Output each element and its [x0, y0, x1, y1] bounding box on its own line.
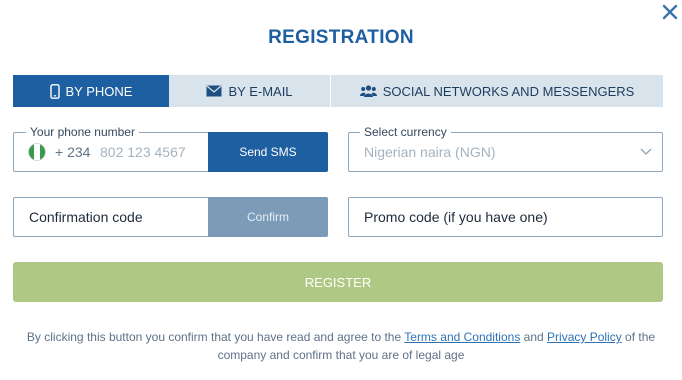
- country-code: + 234: [55, 144, 91, 160]
- privacy-policy-link[interactable]: Privacy Policy: [547, 330, 622, 344]
- terms-and-conditions-link[interactable]: Terms and Conditions: [404, 330, 520, 344]
- chevron-down-icon: [640, 148, 652, 156]
- send-sms-button[interactable]: Send SMS: [208, 132, 328, 172]
- currency-value: Nigerian naira (NGN): [364, 144, 496, 160]
- phone-legend: Your phone number: [26, 125, 139, 139]
- register-button[interactable]: REGISTER: [13, 262, 663, 302]
- tab-by-phone[interactable]: BY PHONE: [13, 75, 169, 107]
- terms-text: and: [520, 330, 548, 344]
- users-icon: [359, 85, 377, 97]
- close-icon[interactable]: [661, 3, 679, 21]
- phone-input[interactable]: 802 123 4567: [100, 144, 186, 160]
- currency-select[interactable]: Select currency Nigerian naira (NGN): [348, 125, 663, 172]
- nigeria-flag-icon[interactable]: [28, 143, 46, 161]
- tab-label: SOCIAL NETWORKS AND MESSENGERS: [382, 83, 635, 99]
- confirmation-code-input[interactable]: Confirmation code: [29, 209, 143, 225]
- confirmation-code-field[interactable]: Confirmation code: [13, 197, 209, 237]
- confirm-button[interactable]: Confirm: [208, 197, 328, 237]
- promo-code-field[interactable]: Promo code (if you have one): [348, 197, 663, 237]
- tab-by-email[interactable]: BY E-MAIL: [169, 75, 331, 107]
- tab-label: BY PHONE: [65, 83, 133, 99]
- terms-notice: By clicking this button you confirm that…: [20, 328, 662, 364]
- promo-code-input[interactable]: Promo code (if you have one): [364, 209, 548, 225]
- phone-field[interactable]: Your phone number + 234 802 123 4567: [13, 125, 209, 172]
- tab-social-networks[interactable]: SOCIAL NETWORKS AND MESSENGERS: [331, 75, 663, 107]
- envelope-icon: [206, 85, 222, 97]
- tab-label: BY E-MAIL: [228, 83, 293, 99]
- phone-icon: [49, 83, 60, 99]
- currency-legend: Select currency: [360, 125, 451, 139]
- registration-tabs: BY PHONE BY E-MAIL SOCIAL NETWORKS AND M…: [13, 75, 663, 107]
- terms-text: By clicking this button you confirm that…: [26, 330, 405, 344]
- page-title: REGISTRATION: [268, 27, 414, 48]
